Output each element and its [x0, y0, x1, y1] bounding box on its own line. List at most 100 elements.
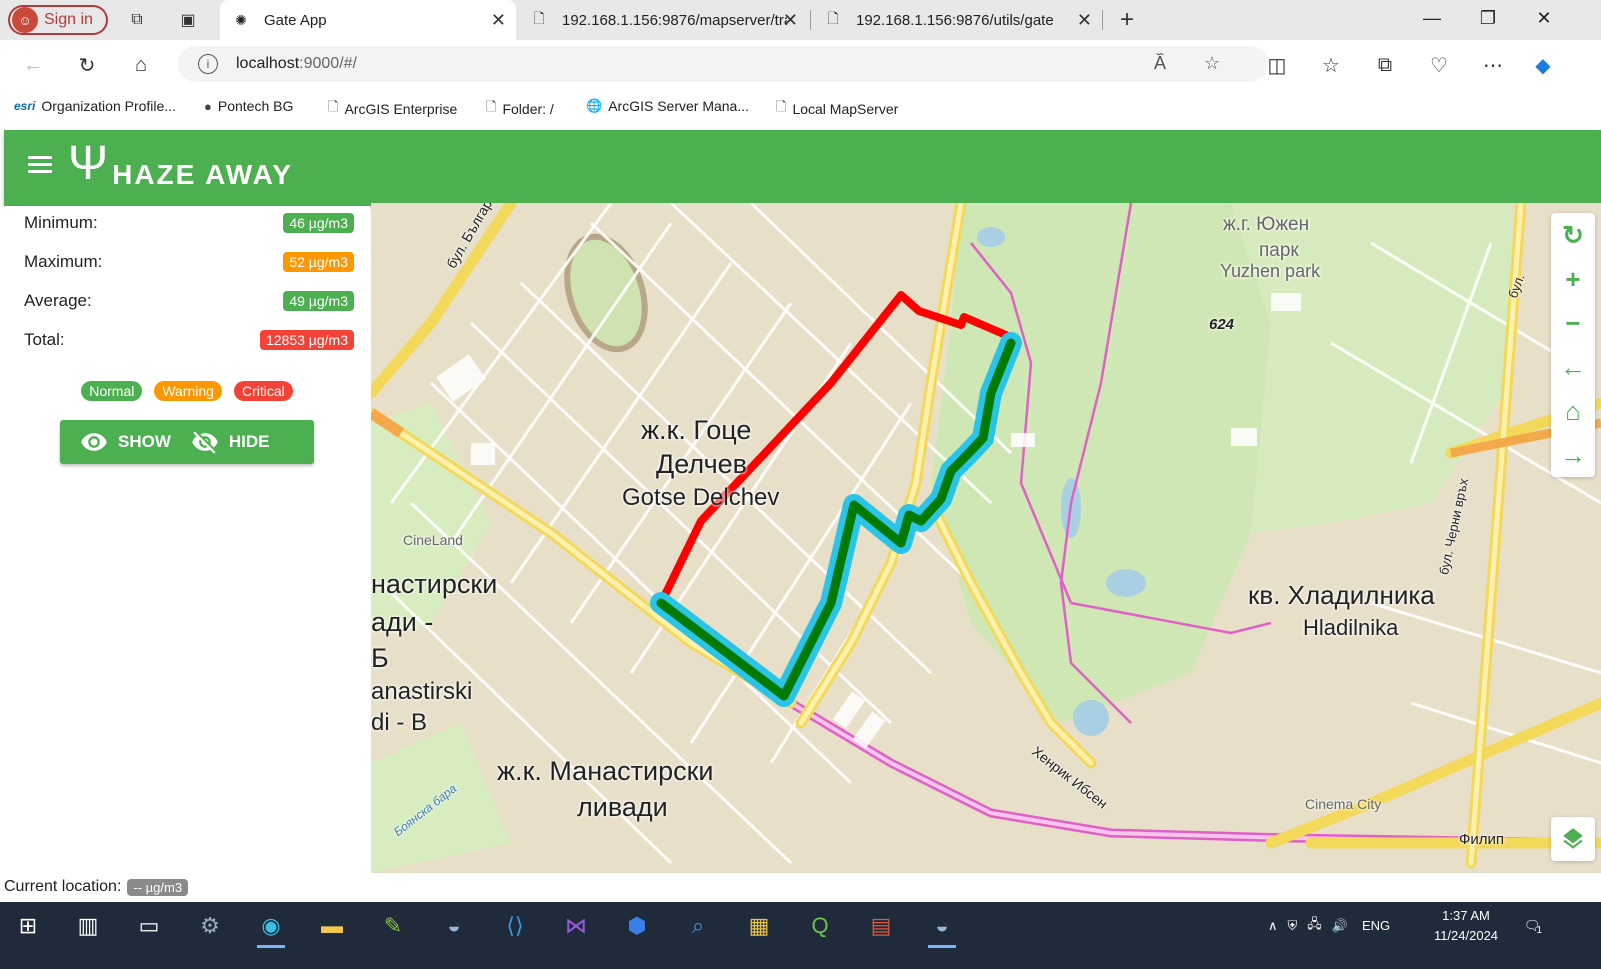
url-field[interactable]: i localhost:9000/#/ A᷈ ☆ — [178, 46, 1268, 82]
system-tray: ∧ ⛨ 🖧 🔊 ENG — [1268, 902, 1390, 949]
network-icon[interactable]: 🖧 — [1307, 915, 1322, 937]
current-location-status: Current location: -- µg/m3 — [4, 876, 189, 898]
map-label-cineland: CineLand — [403, 532, 463, 548]
tab-mapserver[interactable]: 🗋 192.168.1.156:9876/mapserver/tra ✕ — [518, 0, 808, 40]
bookmark-organization-profile[interactable]: esri Organization Profile... — [14, 98, 176, 114]
back-icon[interactable]: ← — [20, 52, 46, 78]
hamburger-menu-icon[interactable] — [28, 156, 52, 174]
visual-studio-icon[interactable]: ⋈ — [558, 908, 594, 944]
app-logo: Ψ HAZE AWAY — [68, 138, 293, 198]
pond — [1106, 569, 1146, 597]
tab-utils-gate[interactable]: 🗋 192.168.1.156:9876/utils/gate ✕ — [812, 0, 1102, 40]
map-label-filip: Филип — [1459, 831, 1505, 848]
layers-button[interactable] — [1551, 817, 1595, 861]
favorite-star-icon[interactable]: ☆ — [1204, 53, 1220, 74]
postgres-icon[interactable]: ◒ — [436, 908, 472, 944]
split-screen-icon[interactable]: ◫ — [1264, 52, 1290, 78]
pgadmin-icon[interactable]: ◒ — [924, 908, 960, 948]
bookmark-label: Local MapServer — [792, 101, 899, 117]
terminal-icon[interactable]: ▭ — [131, 908, 167, 944]
previous-extent-icon[interactable]: ← — [1551, 345, 1595, 389]
security-icon[interactable]: ⛨ — [1288, 918, 1298, 934]
tab-divider — [810, 10, 811, 30]
close-window-icon[interactable]: ✕ — [1524, 8, 1564, 29]
tab-gate-app[interactable]: ✺ Gate App ✕ — [220, 0, 516, 40]
collections-icon[interactable]: ⧉ — [1372, 52, 1398, 78]
volume-icon[interactable]: 🔊 — [1332, 918, 1348, 934]
settings-gear-icon[interactable]: ⚙ — [192, 908, 228, 944]
bookmark-pontech[interactable]: ● Pontech BG — [204, 98, 293, 114]
windows-taskbar: ⊞ ▥ ▭ ⚙ ◉ ▬ ✎ ◒ ⟨⟩ ⋈ ⬢ ⌕ ▦ Q ▤ ◒ ∧ ⛨ 🖧 🔊… — [0, 902, 1601, 949]
close-tab-icon[interactable]: ✕ — [491, 10, 506, 31]
home-icon[interactable]: ⌂ — [128, 52, 154, 78]
qgis-icon[interactable]: Q — [802, 908, 838, 944]
gate-app-favicon-icon: ✺ — [235, 11, 247, 28]
browser-essentials-icon[interactable]: ♡ — [1426, 52, 1452, 78]
search-app-icon[interactable]: ⌕ — [680, 908, 716, 944]
sign-in-label: Sign in — [44, 11, 93, 28]
stat-average: Average: 49 µg/m3 — [24, 289, 354, 313]
restore-icon[interactable]: ❐ — [1468, 8, 1508, 29]
app-shield-icon[interactable]: ⬢ — [619, 908, 655, 944]
eye-icon — [81, 433, 107, 451]
edge-browser-icon[interactable]: ◉ — [253, 908, 289, 948]
workspaces-icon[interactable]: ⧉ — [125, 8, 149, 32]
stat-value-badge: 46 µg/m3 — [283, 213, 354, 233]
file-explorer-icon[interactable]: ▬ — [314, 908, 350, 944]
map-view[interactable]: ж.к. Гоце Делчев Gotse Delchev ж.г. Южен… — [371, 203, 1601, 873]
stat-minimum: Minimum: 46 µg/m3 — [24, 211, 354, 235]
zoom-in-icon[interactable]: + — [1551, 257, 1595, 301]
copilot-icon[interactable]: ◆ — [1530, 52, 1556, 78]
page-icon: 🗋 — [533, 10, 545, 26]
current-location-label: Current location: — [4, 878, 122, 895]
task-view-icon[interactable]: ▥ — [70, 908, 106, 944]
bookmark-arcgis-enterprise[interactable]: 🗋 ArcGIS Enterprise — [328, 98, 457, 120]
refresh-map-icon[interactable]: ↻ — [1551, 213, 1595, 257]
pond — [977, 227, 1005, 247]
page-icon: 🗋 — [486, 99, 497, 114]
app-header: Ψ HAZE AWAY — [4, 130, 1601, 206]
clock-time: 1:37 AM — [1442, 908, 1490, 923]
new-tab-icon[interactable]: + — [1115, 6, 1139, 33]
notification-count: 1 — [1536, 925, 1543, 936]
bookmark-arcgis-server[interactable]: 🌐 ArcGIS Server Mana... — [586, 98, 749, 114]
map-label-manastirski-left-en-2: di - B — [371, 709, 428, 736]
next-extent-icon[interactable]: → — [1551, 433, 1595, 477]
show-button[interactable]: SHOW — [60, 428, 171, 456]
unity-icon[interactable]: ▤ — [863, 908, 899, 944]
language-indicator[interactable]: ENG — [1362, 918, 1390, 933]
favorites-icon[interactable]: ☆ — [1318, 52, 1344, 78]
map-label-manastirski: ж.к. Манастирски — [497, 756, 714, 786]
map-label-gotse: ж.к. Гоце — [641, 415, 752, 445]
site-info-icon[interactable]: i — [198, 54, 218, 74]
read-aloud-icon[interactable]: A᷈ — [1154, 53, 1166, 74]
stat-value-badge: 52 µg/m3 — [283, 252, 354, 272]
start-menu-icon[interactable]: ⊞ — [10, 908, 46, 944]
package-icon[interactable]: ▦ — [741, 908, 777, 944]
map-label-yuzhen: ж.г. Южен — [1223, 214, 1310, 235]
stat-value-badge: 49 µg/m3 — [283, 291, 354, 311]
bookmark-local-mapserver[interactable]: 🗋 Local MapServer — [776, 98, 898, 120]
legend-critical: Critical — [233, 381, 293, 401]
map-label-peak: 624 — [1209, 316, 1235, 333]
sign-in-button[interactable]: ☺ Sign in — [8, 5, 108, 35]
tab-actions-icon[interactable]: ▣ — [176, 8, 200, 32]
close-tab-icon[interactable]: ✕ — [1077, 10, 1092, 31]
bookmark-folder[interactable]: 🗋 Folder: / — [486, 98, 554, 120]
show-hidden-icons-icon[interactable]: ∧ — [1268, 918, 1278, 934]
map-label-gotse-2: Делчев — [656, 449, 747, 479]
vscode-icon[interactable]: ⟨⟩ — [497, 908, 533, 944]
more-menu-icon[interactable]: ⋯ — [1480, 52, 1506, 78]
hide-button[interactable]: HIDE — [171, 428, 270, 456]
taskbar-bottom-strip — [0, 949, 1601, 969]
notepad-icon[interactable]: ✎ — [375, 908, 411, 944]
stat-label: Minimum: — [24, 213, 98, 232]
home-extent-icon[interactable]: ⌂ — [1551, 389, 1595, 433]
refresh-icon[interactable]: ↻ — [74, 52, 100, 78]
close-tab-icon[interactable]: ✕ — [783, 10, 798, 31]
minimize-icon[interactable]: — — [1412, 8, 1452, 29]
zoom-out-icon[interactable]: − — [1551, 301, 1595, 345]
clock[interactable]: 1:37 AM 11/24/2024 — [1428, 906, 1504, 946]
notification-center[interactable]: 🗨 1 — [1524, 902, 1542, 949]
stadium-track — [564, 233, 648, 353]
